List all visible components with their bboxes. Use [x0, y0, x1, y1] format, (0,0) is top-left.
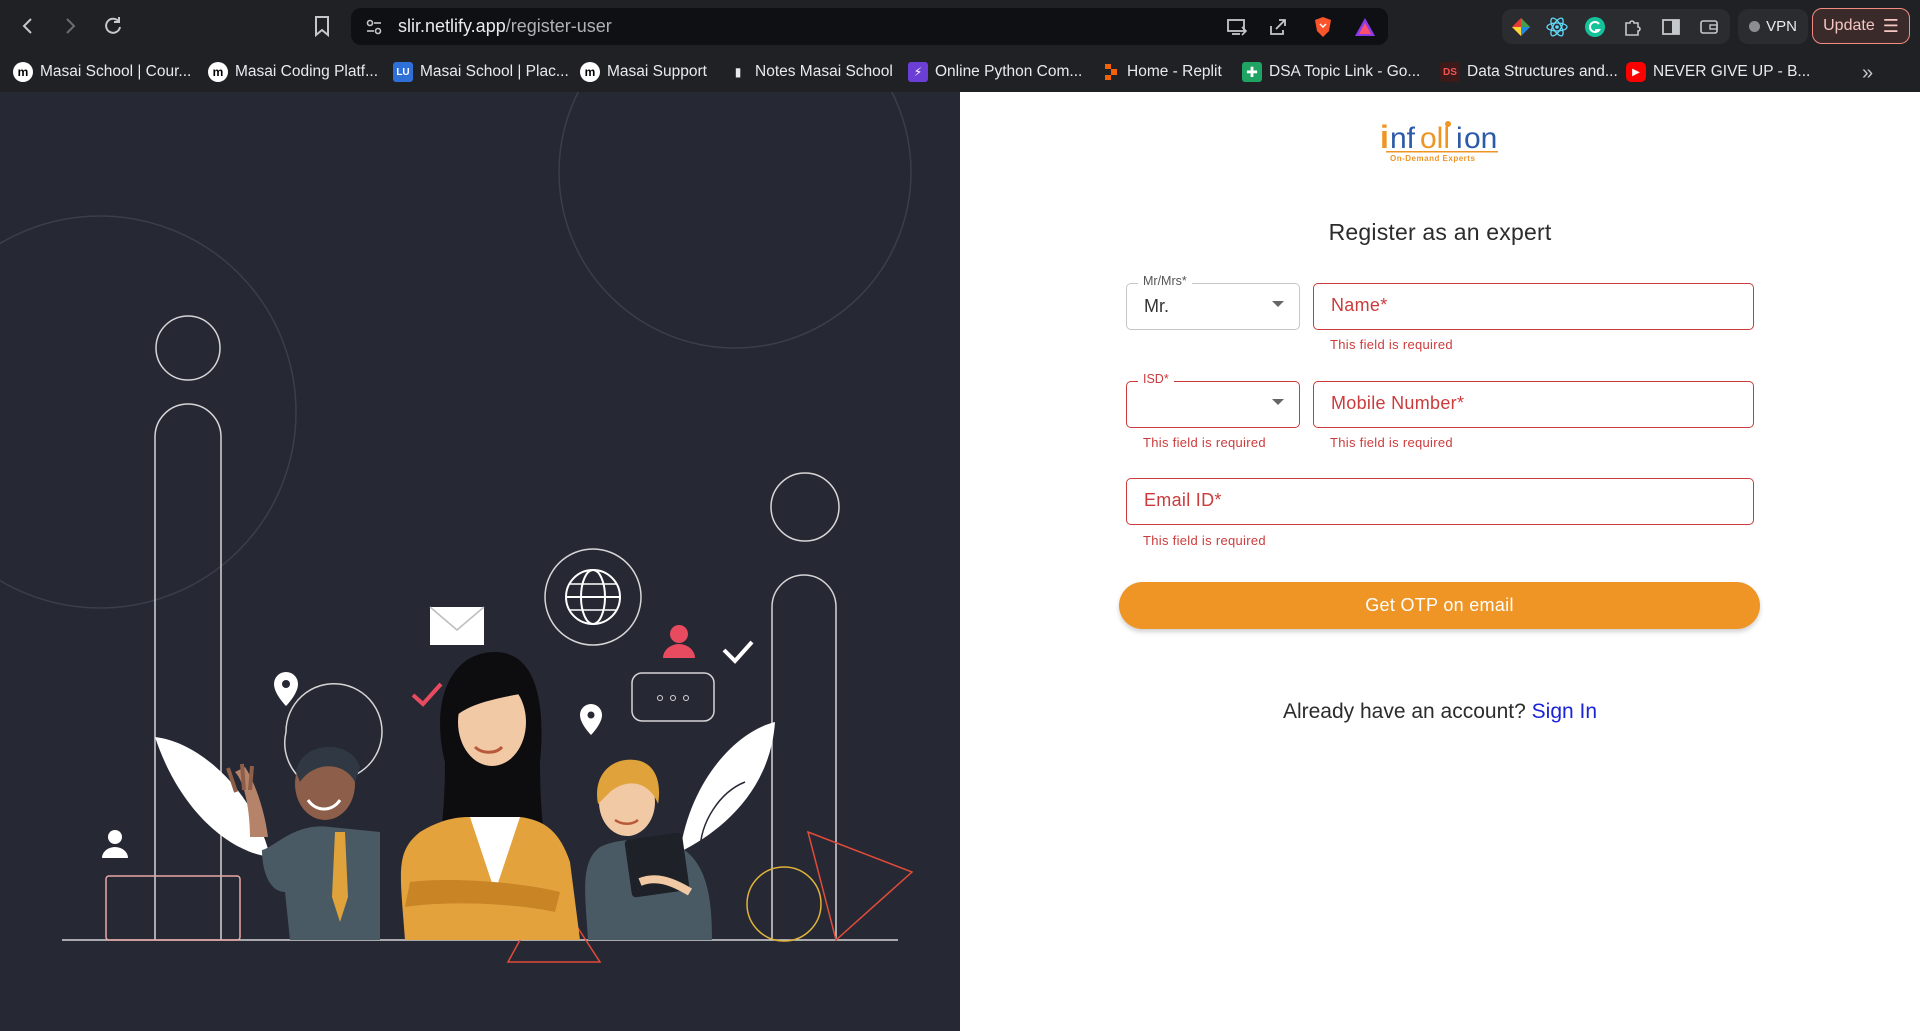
- reload-icon: [105, 17, 121, 34]
- extensions-bar: [1502, 9, 1730, 44]
- bookmark-label: Notes Masai School: [755, 63, 893, 80]
- url-text[interactable]: slir.netlify.app/register-user: [398, 16, 612, 37]
- update-label: Update: [1823, 17, 1875, 34]
- bookmark-item[interactable]: ▮ Notes Masai School: [728, 59, 893, 85]
- bookmark-item[interactable]: ▶ NEVER GIVE UP - B...: [1626, 59, 1810, 85]
- brave-rewards-icon[interactable]: [1354, 16, 1376, 38]
- reload-button[interactable]: [99, 12, 127, 40]
- grammarly-icon[interactable]: [1584, 16, 1606, 38]
- update-button[interactable]: Update ☰: [1812, 8, 1910, 44]
- team-illustration: [0, 92, 914, 963]
- bookmark-item[interactable]: LU Masai School | Plac...: [393, 59, 569, 85]
- replit-icon: [1100, 62, 1120, 82]
- email-placeholder: Email ID*: [1144, 490, 1222, 510]
- infollion-logo: i nf oll i on On-Demand Experts: [1378, 116, 1502, 166]
- email-field[interactable]: Email ID*: [1126, 478, 1754, 525]
- salutation-legend: Mr/Mrs*: [1138, 274, 1192, 288]
- url-host: slir.netlify.app: [398, 16, 506, 36]
- salutation-select[interactable]: Mr/Mrs* Mr.: [1126, 274, 1300, 330]
- back-button[interactable]: [14, 12, 42, 40]
- vpn-button[interactable]: VPN: [1738, 9, 1808, 44]
- isd-select[interactable]: ISD*: [1126, 372, 1300, 428]
- vpn-status-icon: [1749, 21, 1761, 32]
- share-icon[interactable]: [1267, 16, 1289, 38]
- mobile-placeholder: Mobile Number*: [1331, 393, 1465, 413]
- page-title: Register as an expert: [1328, 219, 1552, 245]
- bookmark-icon: [315, 16, 329, 37]
- wallet-icon[interactable]: [1698, 16, 1720, 38]
- browser-toolbar: slir.netlify.app/register-user VPN Updat…: [0, 0, 1920, 52]
- name-field[interactable]: Name*: [1313, 283, 1754, 330]
- ds-icon: DS: [1440, 62, 1460, 82]
- bookmark-label: NEVER GIVE UP - B...: [1653, 63, 1811, 80]
- vpn-label: VPN: [1766, 18, 1797, 35]
- signin-prompt: Already have an account?: [1282, 700, 1526, 723]
- youtube-icon: ▶: [1626, 62, 1646, 82]
- masai-m-icon: m: [208, 62, 228, 82]
- lu-icon: LU: [393, 62, 413, 82]
- forward-button[interactable]: [56, 12, 84, 40]
- brave-shield-icon[interactable]: [1312, 16, 1334, 38]
- bookmark-label: Masai School | Cour...: [40, 63, 192, 80]
- bookmarks-bar: m Masai School | Cour... m Masai Coding …: [0, 52, 1920, 92]
- masai-m-icon: m: [13, 62, 33, 82]
- bookmark-item[interactable]: DS Data Structures and...: [1440, 59, 1618, 85]
- svg-text:i: i: [1456, 122, 1463, 155]
- site-settings-icon[interactable]: [363, 16, 385, 38]
- bookmark-label: Masai School | Plac...: [420, 63, 569, 80]
- bookmark-label: Masai Support: [607, 63, 707, 80]
- bolt-icon: ⚡: [908, 62, 928, 82]
- bookmark-label: Home - Replit: [1127, 63, 1222, 80]
- address-bar[interactable]: slir.netlify.app/register-user: [351, 8, 1388, 45]
- bookmark-label: Data Structures and...: [1467, 63, 1618, 80]
- chevron-down-icon: [1272, 301, 1284, 307]
- signin-row: Already have an account? Sign In: [960, 700, 1920, 724]
- isd-error: This field is required: [1143, 435, 1266, 450]
- bookmark-label: Online Python Com...: [935, 63, 1083, 80]
- extensions-puzzle-icon[interactable]: [1622, 16, 1644, 38]
- bookmark-label: Masai Coding Platf...: [235, 63, 379, 80]
- forward-arrow-icon: [66, 18, 76, 34]
- bookmark-item[interactable]: ✚ DSA Topic Link - Go...: [1242, 59, 1420, 85]
- svg-text:on: on: [1464, 122, 1497, 155]
- back-arrow-icon: [22, 18, 32, 34]
- bookmark-page-button[interactable]: [308, 12, 336, 40]
- svg-text:nf: nf: [1390, 122, 1416, 155]
- menu-hamburger-icon: ☰: [1882, 15, 1899, 36]
- url-path: /register-user: [505, 16, 612, 36]
- bookmark-item[interactable]: Home - Replit: [1100, 59, 1222, 85]
- mobile-error: This field is required: [1330, 435, 1453, 450]
- sidebar-toggle-icon[interactable]: [1660, 16, 1682, 38]
- bookmark-item[interactable]: m Masai Support: [580, 59, 707, 85]
- mobile-number-field[interactable]: Mobile Number*: [1313, 381, 1754, 428]
- name-error: This field is required: [1330, 337, 1453, 352]
- signin-link[interactable]: Sign In: [1532, 700, 1597, 723]
- svg-text:oll: oll: [1420, 122, 1450, 155]
- name-placeholder: Name*: [1331, 295, 1388, 315]
- color-picker-extension-icon[interactable]: [1510, 16, 1532, 38]
- email-error: This field is required: [1143, 533, 1266, 548]
- react-devtools-icon[interactable]: [1546, 16, 1568, 38]
- chevron-down-icon: [1272, 399, 1284, 405]
- bookmark-item[interactable]: m Masai Coding Platf...: [208, 59, 378, 85]
- bookmark-item[interactable]: m Masai School | Cour...: [13, 59, 191, 85]
- isd-legend: ISD*: [1138, 372, 1174, 386]
- salutation-value: Mr.: [1144, 296, 1169, 316]
- notes-icon: ▮: [734, 65, 742, 79]
- bookmark-item[interactable]: ⚡ Online Python Com...: [908, 59, 1082, 85]
- illustration-panel: [0, 92, 960, 1031]
- logo-tagline: On-Demand Experts: [1390, 154, 1475, 163]
- register-panel: i nf oll i on On-Demand Experts Register…: [960, 92, 1920, 1031]
- cast-icon[interactable]: [1226, 16, 1248, 38]
- svg-text:i: i: [1380, 119, 1389, 155]
- sheets-icon: ✚: [1242, 62, 1262, 82]
- masai-m-icon: m: [580, 62, 600, 82]
- more-bookmarks-icon[interactable]: »: [1862, 62, 1873, 85]
- get-otp-button[interactable]: Get OTP on email: [1119, 582, 1760, 629]
- bookmark-label: DSA Topic Link - Go...: [1269, 63, 1421, 80]
